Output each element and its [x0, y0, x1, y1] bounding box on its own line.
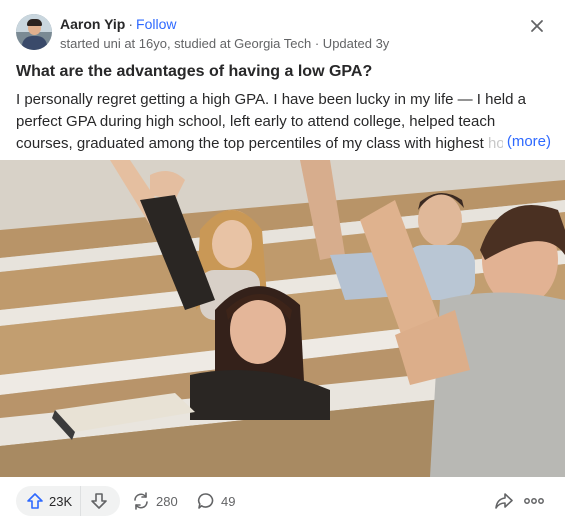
share-button[interactable] — [494, 491, 514, 516]
comment-icon — [197, 493, 214, 509]
close-icon — [531, 20, 543, 32]
upvote-button[interactable]: 23K — [16, 486, 82, 516]
downvote-icon — [91, 493, 107, 509]
share-icon — [495, 493, 513, 509]
comment-count: 49 — [221, 493, 236, 509]
downvote-button[interactable] — [81, 486, 117, 516]
author-line: Aaron Yip · Follow — [60, 16, 177, 32]
answer-image[interactable] — [0, 160, 565, 477]
question-title[interactable]: What are the advantages of having a low … — [16, 63, 372, 81]
reshare-count: 280 — [156, 493, 178, 509]
reshare-icon — [134, 492, 148, 510]
more-link[interactable]: (more) — [502, 133, 551, 150]
reshare-button[interactable]: 280 — [132, 486, 178, 516]
upvote-icon — [27, 493, 43, 509]
more-options-button[interactable] — [522, 491, 546, 511]
author-name[interactable]: Aaron Yip — [60, 16, 125, 32]
comment-button[interactable]: 49 — [197, 486, 235, 516]
action-bar: 23K 280 49 — [0, 482, 565, 520]
answer-header: Aaron Yip · Follow started uni at 16yo, st… — [16, 14, 549, 54]
more-icon — [524, 498, 544, 504]
vote-group: 23K — [16, 486, 120, 516]
follow-button[interactable]: Follow — [136, 16, 176, 32]
answer-text[interactable]: I personally regret getting a high GPA. … — [16, 89, 551, 155]
answer-card: Aaron Yip · Follow started uni at 16yo, st… — [0, 0, 565, 520]
author-credential: started uni at 16yo, studied at Georgia … — [60, 36, 390, 51]
answer-body: I personally regret getting a high GPA. … — [16, 91, 526, 152]
students-photo — [0, 160, 565, 477]
avatar[interactable] — [16, 14, 52, 50]
upvote-count: 23K — [49, 493, 73, 509]
close-button[interactable] — [525, 14, 549, 38]
separator-dot: · — [128, 16, 134, 32]
